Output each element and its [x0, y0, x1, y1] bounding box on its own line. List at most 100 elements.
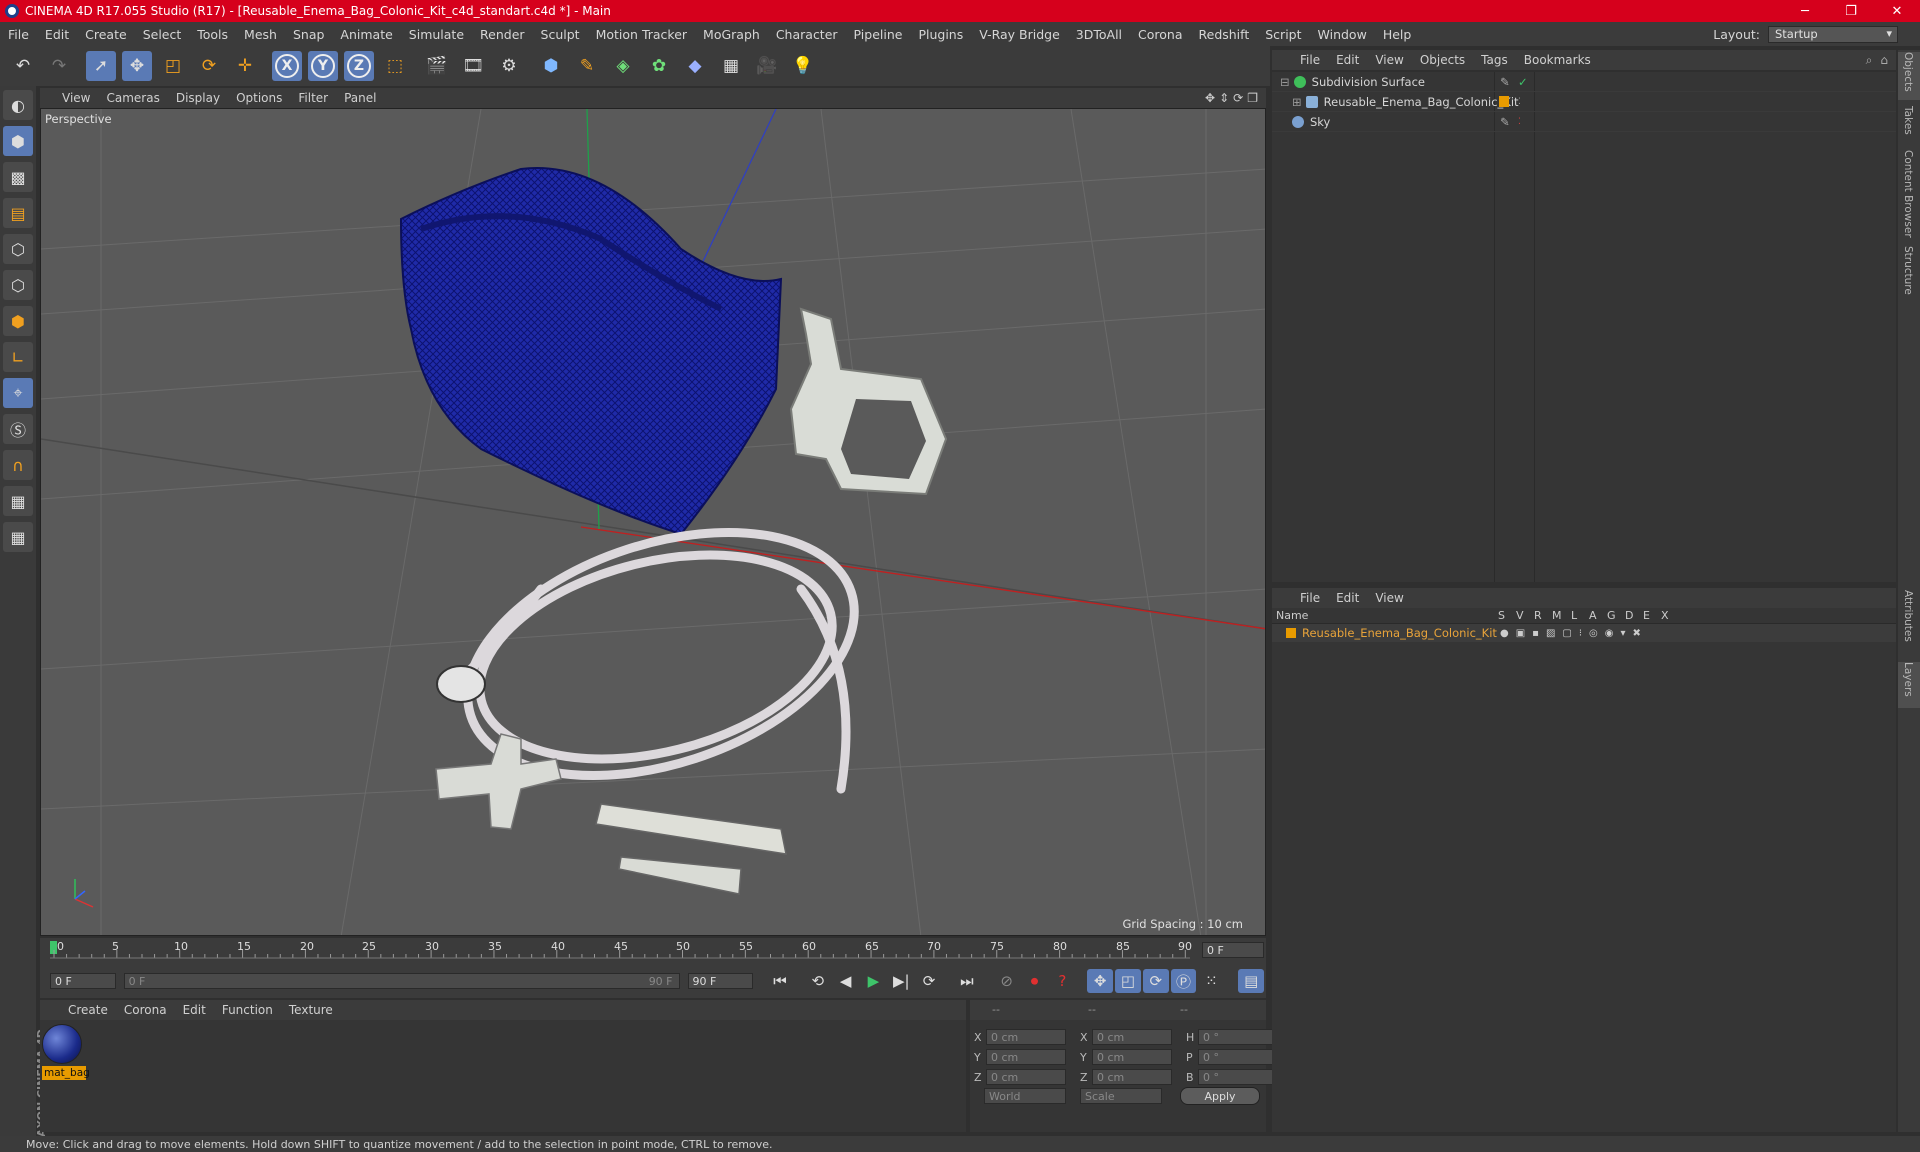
- preview-range-slider[interactable]: 0 F 90 F: [123, 973, 680, 989]
- layer-menu-view[interactable]: View: [1367, 591, 1411, 605]
- y-axis-lock-icon[interactable]: Y: [308, 51, 338, 81]
- snap-icon[interactable]: ∩: [3, 450, 33, 480]
- render-view-icon[interactable]: 🎬: [422, 51, 452, 81]
- points-mode-icon[interactable]: ⬡: [3, 234, 33, 264]
- menu-edit[interactable]: Edit: [37, 27, 77, 42]
- material-menu-texture[interactable]: Texture: [281, 1003, 341, 1017]
- rotation-h-field[interactable]: 0 °: [1198, 1029, 1276, 1045]
- object-row-sky[interactable]: Sky ✎ ⁚: [1272, 112, 1896, 132]
- workplane-align-icon[interactable]: ▦: [3, 522, 33, 552]
- edit-tag-icon[interactable]: ✎: [1500, 115, 1510, 129]
- object-menu-objects[interactable]: Objects: [1412, 53, 1473, 67]
- transform-tool-icon[interactable]: ✛: [230, 51, 260, 81]
- menu-snap[interactable]: Snap: [285, 27, 332, 42]
- viewport-menu-panel[interactable]: Panel: [336, 91, 384, 105]
- subdivision-icon[interactable]: ◈: [608, 51, 638, 81]
- enabled-check-icon[interactable]: ✓: [1518, 75, 1528, 89]
- menu-animate[interactable]: Animate: [332, 27, 400, 42]
- next-frame-icon[interactable]: ▶|: [888, 969, 914, 993]
- tab-takes[interactable]: Takes: [1898, 106, 1920, 146]
- tab-structure[interactable]: Structure: [1898, 246, 1920, 302]
- polygons-mode-icon[interactable]: ⬢: [3, 306, 33, 336]
- layer-menu-file[interactable]: File: [1292, 591, 1328, 605]
- size-x-field[interactable]: 0 cm: [1092, 1029, 1172, 1045]
- menu-help[interactable]: Help: [1375, 27, 1420, 42]
- workplane-lock-icon[interactable]: ▦: [3, 486, 33, 516]
- menu-window[interactable]: Window: [1310, 27, 1375, 42]
- timeline-window-icon[interactable]: ▤: [1238, 969, 1265, 993]
- viewport-rotate-icon[interactable]: ⟳: [1233, 91, 1243, 105]
- undo-icon[interactable]: ↶: [8, 51, 38, 81]
- expand-icon[interactable]: ⊞: [1292, 95, 1302, 109]
- viewport-menu-filter[interactable]: Filter: [290, 91, 336, 105]
- edges-mode-icon[interactable]: ⬡: [3, 270, 33, 300]
- move-tool-icon[interactable]: ✥: [122, 51, 152, 81]
- key-parameter-icon[interactable]: Ⓟ: [1170, 969, 1197, 993]
- pen-spline-icon[interactable]: ✎: [572, 51, 602, 81]
- collapse-icon[interactable]: ⊟: [1280, 75, 1290, 89]
- render-settings-icon[interactable]: ⚙: [494, 51, 524, 81]
- tab-attributes[interactable]: Attributes: [1898, 590, 1920, 656]
- floor-icon[interactable]: ▦: [716, 51, 746, 81]
- material-menu-corona[interactable]: Corona: [116, 1003, 175, 1017]
- layer-toggle-icons[interactable]: ●▣▪▨▢⁝◎◉▾✖: [1500, 628, 1648, 639]
- light-icon[interactable]: 💡: [788, 51, 818, 81]
- close-button[interactable]: ✕: [1874, 0, 1920, 22]
- viewport-menu-display[interactable]: Display: [168, 91, 228, 105]
- motion-record-icon[interactable]: ⊘: [994, 969, 1020, 993]
- menu-simulate[interactable]: Simulate: [401, 27, 472, 42]
- key-position-icon[interactable]: ✥: [1087, 969, 1114, 993]
- viewport-move-icon[interactable]: ✥: [1205, 91, 1215, 105]
- menu-redshift[interactable]: Redshift: [1191, 27, 1258, 42]
- menu-render[interactable]: Render: [472, 27, 533, 42]
- select-tool-icon[interactable]: ➚: [86, 51, 116, 81]
- menu-3dtoall[interactable]: 3DToAll: [1068, 27, 1130, 42]
- position-y-field[interactable]: 0 cm: [986, 1049, 1066, 1065]
- size-mode-dropdown[interactable]: Scale: [1080, 1088, 1162, 1104]
- material-menu-edit[interactable]: Edit: [175, 1003, 214, 1017]
- viewport-menu-cameras[interactable]: Cameras: [98, 91, 167, 105]
- maximize-button[interactable]: ❐: [1828, 0, 1874, 22]
- menu-plugins[interactable]: Plugins: [910, 27, 971, 42]
- tab-objects[interactable]: Objects: [1898, 52, 1920, 100]
- material-swatch[interactable]: mat_bag: [42, 1024, 90, 1080]
- menu-motion-tracker[interactable]: Motion Tracker: [588, 27, 695, 42]
- next-key-icon[interactable]: ⟳: [916, 969, 942, 993]
- coordinate-mode-dropdown[interactable]: World: [984, 1088, 1066, 1104]
- end-frame-field[interactable]: 90 F: [687, 973, 754, 989]
- object-menu-bookmarks[interactable]: Bookmarks: [1516, 53, 1599, 67]
- model-mode-icon[interactable]: ⬢: [3, 126, 33, 156]
- menu-select[interactable]: Select: [135, 27, 190, 42]
- menu-create[interactable]: Create: [77, 27, 135, 42]
- viewport-menu-view[interactable]: View: [54, 91, 98, 105]
- menu-mesh[interactable]: Mesh: [236, 27, 285, 42]
- perspective-viewport[interactable]: Perspective Grid Spacing : 10 cm: [40, 108, 1266, 936]
- menu-pipeline[interactable]: Pipeline: [846, 27, 911, 42]
- object-menu-file[interactable]: File: [1292, 53, 1328, 67]
- layer-menu-edit[interactable]: Edit: [1328, 591, 1367, 605]
- key-scale-icon[interactable]: ◰: [1115, 969, 1141, 993]
- render-picture-viewer-icon[interactable]: 🎞: [458, 51, 488, 81]
- minimize-button[interactable]: ─: [1782, 0, 1828, 22]
- play-icon[interactable]: ▶: [861, 969, 887, 993]
- coordinate-system-icon[interactable]: ⬚: [380, 51, 410, 81]
- object-menu-tags[interactable]: Tags: [1473, 53, 1516, 67]
- menu-vray-bridge[interactable]: V-Ray Bridge: [971, 27, 1068, 42]
- menu-tools[interactable]: Tools: [189, 27, 236, 42]
- viewport-maximize-icon[interactable]: ❐: [1247, 91, 1258, 105]
- apply-button[interactable]: Apply: [1180, 1087, 1260, 1105]
- layer-row[interactable]: Reusable_Enema_Bag_Colonic_Kit ●▣▪▨▢⁝◎◉▾…: [1272, 624, 1896, 642]
- rotate-tool-icon[interactable]: ⟳: [194, 51, 224, 81]
- prev-key-icon[interactable]: ⟲: [805, 969, 831, 993]
- camera-icon[interactable]: 🎥: [752, 51, 782, 81]
- x-axis-lock-icon[interactable]: X: [272, 51, 302, 81]
- cloner-icon[interactable]: ✿: [644, 51, 674, 81]
- material-menu-function[interactable]: Function: [214, 1003, 281, 1017]
- solo-mode-icon[interactable]: Ⓢ: [3, 414, 33, 444]
- key-pla-icon[interactable]: ⁙: [1198, 969, 1224, 993]
- size-y-field[interactable]: 0 cm: [1092, 1049, 1172, 1065]
- object-search-icon[interactable]: ⌕: [1866, 53, 1873, 68]
- axis-mode-icon[interactable]: ∟: [3, 342, 33, 372]
- material-menu-create[interactable]: Create: [60, 1003, 116, 1017]
- workplane-mode-icon[interactable]: ▤: [3, 198, 33, 228]
